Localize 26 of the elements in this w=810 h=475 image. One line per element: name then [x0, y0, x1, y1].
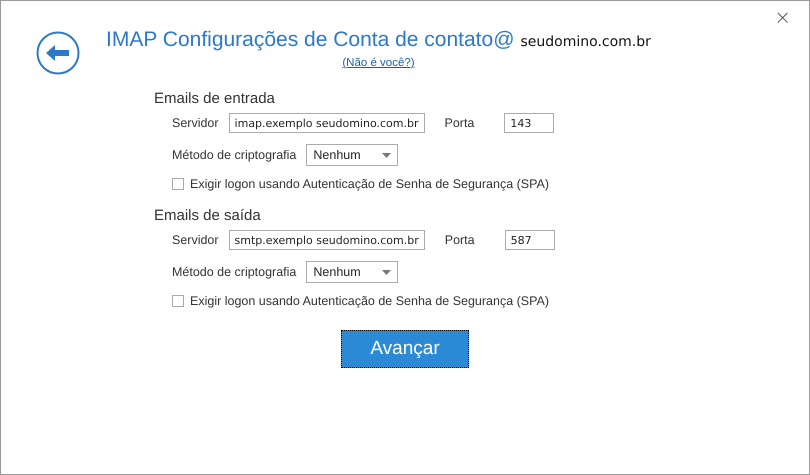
port-field[interactable]: 587 — [504, 230, 555, 250]
spa-checkbox[interactable] — [172, 295, 184, 307]
caret-icon — [382, 270, 392, 274]
spa-checkbox[interactable] — [172, 178, 184, 190]
encryption-label: Método de criptografia — [172, 148, 296, 162]
next-button[interactable]: Avançar — [341, 330, 469, 368]
encryption-label: Método de criptografia — [172, 265, 296, 279]
section-heading: Emails de saída — [154, 207, 262, 224]
caret-icon — [382, 152, 392, 158]
close-button[interactable]: × — [770, 5, 795, 29]
encryption-dropdown[interactable]: Nenhum — [306, 261, 398, 283]
spa-label: Exigir logon usando Autenticação de Senha de Segurança (SPA) — [190, 177, 550, 191]
encryption-dropdown[interactable]: Nenhum — [306, 144, 398, 166]
server-label: Servidor — [172, 233, 219, 247]
port-field[interactable]: 143 — [504, 113, 554, 133]
port-label: Porta — [444, 116, 474, 130]
domain-text: seudomino.com.br — [520, 34, 651, 50]
back-button[interactable] — [36, 31, 80, 75]
server-field[interactable]: smtp.exemplo seudomino.com.br — [228, 230, 425, 250]
port-label: Porta — [444, 233, 475, 247]
not-you-link[interactable]: (Não é você?) — [342, 57, 415, 69]
server-label: Servidor — [172, 116, 219, 130]
server-field[interactable]: imap.exemplo seudomino.com.br — [228, 113, 424, 133]
dialog-title: IMAP Configurações de Conta de contato@ — [106, 28, 515, 52]
spa-label: Exigir logon usando Autenticação de Senha de Segurança (SPA) — [190, 294, 550, 308]
section-heading: Emails de entrada — [154, 90, 276, 107]
